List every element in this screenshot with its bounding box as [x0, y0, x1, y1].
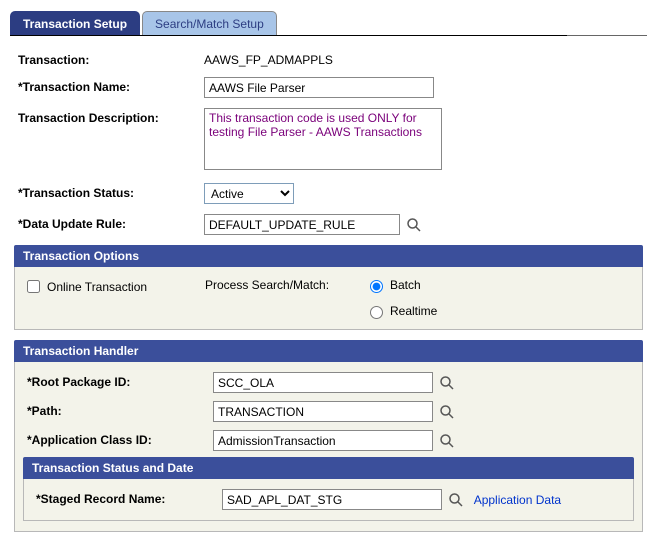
transaction-description-textarea[interactable]: This transaction code is used ONLY for t…	[204, 108, 442, 170]
transaction-status-date-header: Transaction Status and Date	[23, 457, 634, 479]
transaction-description-label: Transaction Description:	[14, 108, 204, 125]
path-label: *Path:	[23, 401, 213, 418]
root-package-id-input[interactable]	[213, 372, 433, 393]
transaction-label: Transaction:	[14, 50, 204, 67]
batch-radio-label: Batch	[390, 278, 421, 292]
online-transaction-checkbox[interactable]	[27, 280, 40, 293]
transaction-name-input[interactable]	[204, 77, 434, 98]
content-area: Transaction: AAWS_FP_ADMAPPLS *Transacti…	[10, 36, 647, 536]
transaction-handler-header: Transaction Handler	[14, 340, 643, 362]
realtime-radio-label: Realtime	[390, 304, 437, 318]
lookup-icon[interactable]	[448, 492, 464, 508]
lookup-icon[interactable]	[406, 217, 422, 233]
lookup-icon[interactable]	[439, 433, 455, 449]
realtime-radio[interactable]	[370, 306, 383, 319]
application-class-id-input[interactable]	[213, 430, 433, 451]
batch-radio[interactable]	[370, 280, 383, 293]
transaction-handler-body: *Root Package ID: *Path: *Application Cl…	[14, 362, 643, 532]
lookup-icon[interactable]	[439, 404, 455, 420]
data-update-rule-input[interactable]	[204, 214, 400, 235]
application-class-id-label: *Application Class ID:	[23, 430, 213, 447]
transaction-name-label: *Transaction Name:	[14, 77, 204, 94]
staged-record-name-input[interactable]	[222, 489, 442, 510]
transaction-status-select[interactable]: Active	[204, 183, 294, 204]
transaction-status-label: *Transaction Status:	[14, 183, 204, 200]
tab-search-match-setup[interactable]: Search/Match Setup	[142, 11, 277, 36]
transaction-options-header: Transaction Options	[14, 245, 643, 267]
lookup-icon[interactable]	[439, 375, 455, 391]
transaction-options-body: Online Transaction Process Search/Match:…	[14, 267, 643, 330]
path-input[interactable]	[213, 401, 433, 422]
tab-transaction-setup[interactable]: Transaction Setup	[10, 11, 140, 36]
data-update-rule-label: *Data Update Rule:	[14, 214, 204, 231]
process-search-match-label: Process Search/Match:	[205, 277, 365, 292]
staged-record-name-label: *Staged Record Name:	[32, 489, 222, 506]
online-transaction-label: Online Transaction	[47, 280, 147, 294]
tab-bar: Transaction Setup Search/Match Setup	[10, 10, 647, 36]
application-data-link[interactable]: Application Data	[474, 493, 561, 507]
root-package-id-label: *Root Package ID:	[23, 372, 213, 389]
transaction-value: AAWS_FP_ADMAPPLS	[204, 50, 333, 67]
transaction-status-date-body: *Staged Record Name: Application Data	[23, 479, 634, 521]
